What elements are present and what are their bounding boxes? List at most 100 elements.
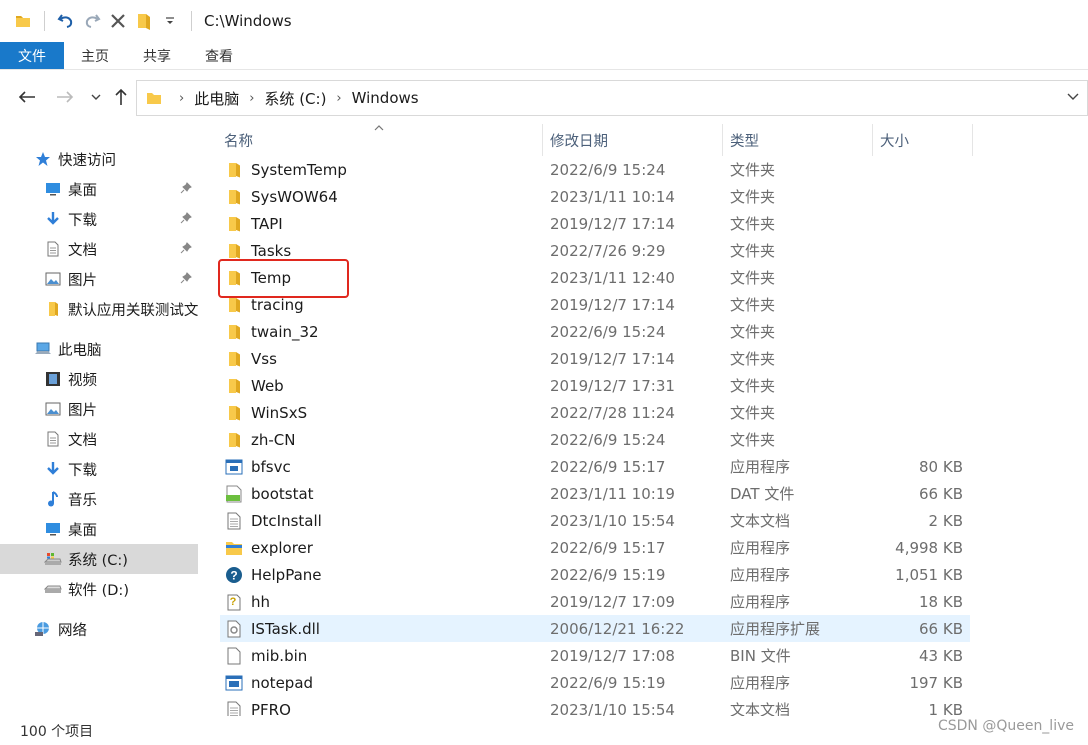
file-date: 2023/1/10 15:54 (550, 511, 675, 530)
hh-help-icon: ? (224, 592, 244, 612)
up-arrow-icon[interactable] (110, 86, 132, 108)
table-row[interactable]: ? hh 2019/12/7 17:09 应用程序 18 KB (220, 588, 970, 615)
file-name: ? hh (224, 588, 270, 615)
file-date: 2022/6/9 15:24 (550, 430, 666, 449)
file-name: mib.bin (224, 642, 307, 669)
sidebar-item-pictures-pc[interactable]: 图片 (0, 394, 198, 424)
sidebar-item-network[interactable]: 网络 (0, 614, 198, 644)
sidebar-item-desktop-pc[interactable]: 桌面 (0, 514, 198, 544)
breadcrumb-drive-c[interactable]: 系统 (C:) (264, 88, 326, 109)
svg-text:?: ? (230, 596, 237, 608)
table-row[interactable]: ISTask.dll 2006/12/21 16:22 应用程序扩展 66 KB (220, 615, 970, 642)
download-icon (44, 460, 62, 478)
drive-icon (44, 580, 62, 598)
file-name-label: hh (251, 592, 271, 611)
help-icon: ? (224, 565, 244, 585)
file-type: 文本文档 (730, 701, 791, 716)
file-name-label: bfsvc (251, 457, 291, 476)
pin-icon[interactable] (180, 211, 192, 227)
table-row[interactable]: PFRO 2023/1/10 15:54 文本文档 1 KB (220, 696, 970, 716)
forward-arrow-icon[interactable] (54, 86, 76, 108)
column-divider[interactable] (722, 124, 723, 156)
table-row[interactable]: Vss 2019/12/7 17:14 文件夹 (220, 345, 970, 372)
file-date: 2023/1/11 10:14 (550, 187, 675, 206)
column-header-date[interactable]: 修改日期 (550, 124, 722, 156)
file-name-label: zh-CN (251, 430, 296, 449)
file-name-label: PFRO (251, 700, 291, 717)
folder-icon (224, 187, 244, 207)
table-row[interactable]: bootstat 2023/1/11 10:19 DAT 文件 66 KB (220, 480, 970, 507)
table-row[interactable]: notepad 2022/6/9 15:19 应用程序 197 KB (220, 669, 970, 696)
breadcrumb-this-pc[interactable]: 此电脑 (194, 88, 239, 109)
pin-icon[interactable] (180, 181, 192, 197)
file-date: 2019/12/7 17:09 (550, 592, 675, 611)
table-row[interactable]: zh-CN 2022/6/9 15:24 文件夹 (220, 426, 970, 453)
folder-icon (10, 8, 36, 34)
item-count: 100 个项目 (20, 723, 94, 740)
table-row[interactable]: WinSxS 2022/7/28 11:24 文件夹 (220, 399, 970, 426)
table-row[interactable]: twain_32 2022/6/9 15:24 文件夹 (220, 318, 970, 345)
table-row[interactable]: Web 2019/12/7 17:31 文件夹 (220, 372, 970, 399)
divider (44, 11, 45, 31)
sidebar-item-videos[interactable]: 视频 (0, 364, 198, 394)
tab-share[interactable]: 共享 (126, 42, 188, 69)
back-arrow-icon[interactable] (16, 86, 38, 108)
sidebar-item-desktop[interactable]: 桌面 (0, 174, 198, 204)
file-name-label: DtcInstall (251, 511, 322, 530)
tab-view[interactable]: 查看 (188, 42, 250, 69)
column-divider[interactable] (542, 124, 543, 156)
folder-icon (44, 300, 62, 318)
sidebar-item-drive-d[interactable]: 软件 (D:) (0, 574, 198, 604)
file-date: 2019/12/7 17:31 (550, 376, 675, 395)
redo-icon[interactable] (79, 8, 105, 34)
column-header-type[interactable]: 类型 (730, 124, 872, 156)
table-row[interactable]: bfsvc 2022/6/9 15:17 应用程序 80 KB (220, 453, 970, 480)
table-row[interactable]: ? HelpPane 2022/6/9 15:19 应用程序 1,051 KB (220, 561, 970, 588)
table-row[interactable]: mib.bin 2019/12/7 17:08 BIN 文件 43 KB (220, 642, 970, 669)
tab-home[interactable]: 主页 (64, 42, 126, 69)
sidebar-item-downloads-pc[interactable]: 下载 (0, 454, 198, 484)
pin-icon[interactable] (180, 241, 192, 257)
sidebar-item-quick-access[interactable]: 快速访问 (0, 144, 198, 174)
window-title: C:\Windows (204, 12, 292, 30)
tab-file[interactable]: 文件 (0, 42, 64, 69)
folder-icon (224, 214, 244, 234)
column-divider[interactable] (872, 124, 873, 156)
file-type: 文件夹 (730, 269, 776, 287)
sidebar-item-music[interactable]: 音乐 (0, 484, 198, 514)
sidebar-item-documents[interactable]: 文档 (0, 234, 198, 264)
file-name-label: twain_32 (251, 322, 319, 341)
column-divider[interactable] (972, 124, 973, 156)
table-row[interactable]: DtcInstall 2023/1/10 15:54 文本文档 2 KB (220, 507, 970, 534)
file-date: 2006/12/21 16:22 (550, 619, 685, 638)
sidebar-item-default-app-test-folder[interactable]: 默认应用关联测试文 (0, 294, 198, 324)
chevron-down-icon[interactable] (1067, 90, 1079, 105)
column-header-name[interactable]: 名称 (224, 124, 542, 156)
table-row[interactable]: SystemTemp 2022/6/9 15:24 文件夹 (220, 156, 970, 183)
address-bar[interactable]: › 此电脑 › 系统 (C:) › Windows (136, 80, 1088, 116)
file-type: 文件夹 (730, 350, 776, 368)
sidebar-item-pictures[interactable]: 图片 (0, 264, 198, 294)
table-row[interactable]: SysWOW64 2023/1/11 10:14 文件夹 (220, 183, 970, 210)
delete-icon[interactable] (105, 8, 131, 34)
sidebar-item-drive-c[interactable]: 系统 (C:) (0, 544, 198, 574)
file-size: 66 KB (919, 484, 963, 503)
sidebar-item-documents-pc[interactable]: 文档 (0, 424, 198, 454)
file-date: 2023/1/11 10:19 (550, 484, 675, 503)
file-name: bootstat (224, 480, 314, 507)
folder-icon (224, 160, 244, 180)
breadcrumb-windows[interactable]: Windows (352, 89, 419, 107)
table-row[interactable]: TAPI 2019/12/7 17:14 文件夹 (220, 210, 970, 237)
file-type: 文本文档 (730, 512, 791, 530)
sidebar-item-downloads[interactable]: 下载 (0, 204, 198, 234)
pin-icon[interactable] (180, 271, 192, 287)
table-row[interactable]: explorer 2022/6/9 15:17 应用程序 4,998 KB (220, 534, 970, 561)
recent-locations-icon[interactable] (85, 86, 107, 108)
document-icon (44, 430, 62, 448)
undo-icon[interactable] (53, 8, 79, 34)
new-folder-icon[interactable] (131, 8, 157, 34)
customize-toolbar-icon[interactable] (157, 8, 183, 34)
column-header-size[interactable]: 大小 (880, 124, 972, 156)
sidebar-item-this-pc[interactable]: 此电脑 (0, 334, 198, 364)
file-name-label: tracing (251, 295, 304, 314)
